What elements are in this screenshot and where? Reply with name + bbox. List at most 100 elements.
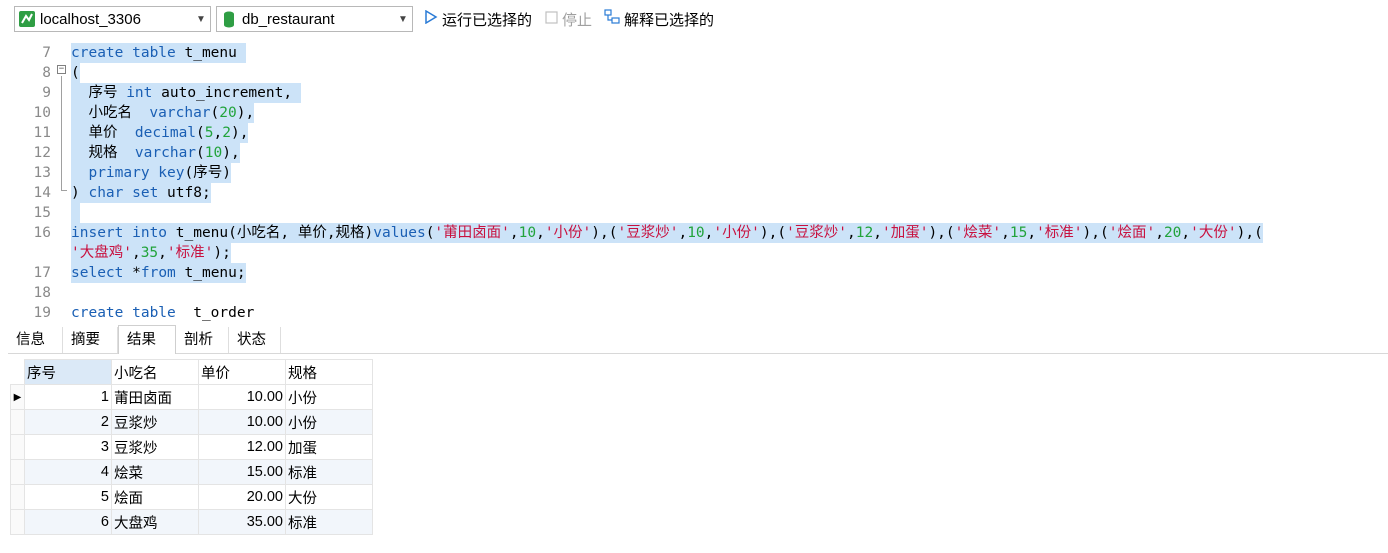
cell-price[interactable]: 12.00 xyxy=(198,434,286,460)
cell-id[interactable]: 4 xyxy=(24,459,112,485)
token: , xyxy=(873,225,882,241)
token: t_menu xyxy=(175,45,246,61)
row-indicator[interactable] xyxy=(10,434,25,460)
connection-select[interactable]: localhost_3306 ▼ xyxy=(14,6,211,32)
editor-line[interactable]: 9 序号 int auto_increment, xyxy=(8,83,1388,103)
cell-spec[interactable]: 大份 xyxy=(285,484,373,510)
editor-line[interactable]: 8( xyxy=(8,63,1388,83)
cell-spec[interactable]: 小份 xyxy=(285,384,373,410)
row-indicator[interactable] xyxy=(10,484,25,510)
stop-icon xyxy=(545,10,558,28)
editor-line[interactable]: 16 insert into t_menu(小吃名, 单价,规格)values('… xyxy=(8,223,1388,243)
table-row[interactable]: 3 豆浆炒 12.00 加蛋 xyxy=(10,434,373,460)
result-tabs: 信息 摘要 结果 1 剖析 状态 xyxy=(8,325,1388,376)
cell-id[interactable]: 1 xyxy=(24,384,112,410)
chevron-down-icon[interactable]: ▼ xyxy=(192,14,210,25)
cell-spec[interactable]: 标准 xyxy=(285,459,373,485)
code-text: 规格 varchar(10), xyxy=(71,143,240,163)
cell-price[interactable]: 10.00 xyxy=(198,409,286,435)
token-str: '小份' xyxy=(713,225,760,241)
column-header-spec[interactable]: 规格 xyxy=(285,359,373,385)
token: utf8; xyxy=(158,185,211,201)
token: , xyxy=(1027,225,1037,241)
token-str: '加蛋' xyxy=(881,225,929,241)
cell-id[interactable]: 5 xyxy=(24,484,112,510)
cell-price[interactable]: 20.00 xyxy=(198,484,286,510)
tab-info[interactable]: 信息 xyxy=(8,327,63,353)
editor-line[interactable]: 15 xyxy=(8,203,1388,223)
cell-name[interactable]: 烩面 xyxy=(111,484,199,510)
line-number: 10 xyxy=(33,105,51,121)
cell-spec[interactable]: 标准 xyxy=(285,509,373,535)
token-str: '烩菜' xyxy=(954,225,1002,241)
current-row-indicator-icon[interactable]: ▶ xyxy=(10,384,25,410)
cell-spec[interactable]: 小份 xyxy=(285,409,373,435)
cell-name[interactable]: 莆田卤面 xyxy=(111,384,199,410)
tab-summary[interactable]: 摘要 xyxy=(63,327,118,353)
token-kw: varchar xyxy=(149,105,211,121)
tab-result-1[interactable]: 结果 1 xyxy=(118,325,176,376)
cell-id[interactable]: 6 xyxy=(24,509,112,535)
line-number: 13 xyxy=(33,165,51,181)
column-header-price[interactable]: 单价 xyxy=(198,359,286,385)
cell-id[interactable]: 3 xyxy=(24,434,112,460)
editor-line[interactable]: 14) char set utf8; xyxy=(8,183,1388,203)
chevron-down-icon[interactable]: ▼ xyxy=(394,14,412,25)
editor-line[interactable]: 11 单价 decimal(5,2), xyxy=(8,123,1388,143)
token: 小吃名 xyxy=(71,105,150,121)
token: ( xyxy=(71,65,80,81)
editor-line[interactable]: 18 xyxy=(8,283,1388,303)
column-header-id[interactable]: 序号 xyxy=(24,359,112,385)
token: * xyxy=(123,265,141,281)
cell-name[interactable]: 烩菜 xyxy=(111,459,199,485)
cell-spec[interactable]: 加蛋 xyxy=(285,434,373,460)
table-row[interactable]: 4 烩菜 15.00 标准 xyxy=(10,459,373,485)
editor-line[interactable]: 17 select *from t_menu; xyxy=(8,263,1388,283)
editor-line[interactable]: 19 create table t_order xyxy=(8,303,1388,322)
token: ) xyxy=(71,185,89,201)
cell-price[interactable]: 15.00 xyxy=(198,459,286,485)
row-indicator[interactable] xyxy=(10,409,25,435)
cell-price[interactable]: 10.00 xyxy=(198,384,286,410)
token-kw: values xyxy=(373,225,426,241)
database-select[interactable]: db_restaurant ▼ xyxy=(216,6,413,32)
editor-line[interactable]: 13 primary key(序号) xyxy=(8,163,1388,183)
token: ),( xyxy=(591,225,618,241)
editor-line[interactable]: 12 规格 varchar(10), xyxy=(8,143,1388,163)
table-row[interactable]: 5 烩面 20.00 大份 xyxy=(10,484,373,510)
cell-name[interactable]: 豆浆炒 xyxy=(111,409,199,435)
editor-line[interactable]: 10 小吃名 varchar(20), xyxy=(8,103,1388,123)
row-indicator[interactable] xyxy=(10,459,25,485)
token: ),( xyxy=(1082,225,1109,241)
cell-name[interactable]: 大盘鸡 xyxy=(111,509,199,535)
token-num: 35 xyxy=(140,245,159,261)
grid-header-row: 序号 小吃名 单价 规格 xyxy=(10,359,373,385)
cell-name[interactable]: 豆浆炒 xyxy=(111,434,199,460)
stop-label: 停止 xyxy=(562,11,593,29)
cell-price[interactable]: 35.00 xyxy=(198,509,286,535)
row-indicator[interactable] xyxy=(10,509,25,535)
editor-line[interactable]: 7 create table t_menu xyxy=(8,43,1388,63)
explain-selected-button[interactable]: 解释已选择的 xyxy=(604,8,714,30)
run-selected-button[interactable]: 运行已选择的 xyxy=(424,8,532,30)
query-toolbar: localhost_3306 ▼ db_restaurant ▼ 运行已选择的 … xyxy=(0,0,1388,40)
sql-editor[interactable]: − 7 create table t_menu 8(9 序号 int auto_i… xyxy=(8,40,1388,322)
tab-status[interactable]: 状态 xyxy=(229,327,281,353)
table-row[interactable]: 6 大盘鸡 35.00 标准 xyxy=(10,509,373,535)
column-header-name[interactable]: 小吃名 xyxy=(111,359,199,385)
tab-profile[interactable]: 剖析 xyxy=(176,327,229,353)
stop-button[interactable]: 停止 xyxy=(545,8,592,30)
table-row[interactable]: 2 豆浆炒 10.00 小份 xyxy=(10,409,373,435)
token: ),( xyxy=(928,225,955,241)
token: ( xyxy=(196,145,205,161)
token-str: '小份' xyxy=(544,225,592,241)
explain-selected-label: 解释已选择的 xyxy=(624,11,715,29)
token-kw: from xyxy=(140,265,176,281)
cell-id[interactable]: 2 xyxy=(24,409,112,435)
editor-line[interactable]: '大盘鸡',35,'标准'); xyxy=(8,243,1388,263)
table-row[interactable]: ▶ 1 莆田卤面 10.00 小份 xyxy=(10,384,373,410)
explain-icon xyxy=(604,9,620,29)
token-kw: select xyxy=(71,265,124,281)
